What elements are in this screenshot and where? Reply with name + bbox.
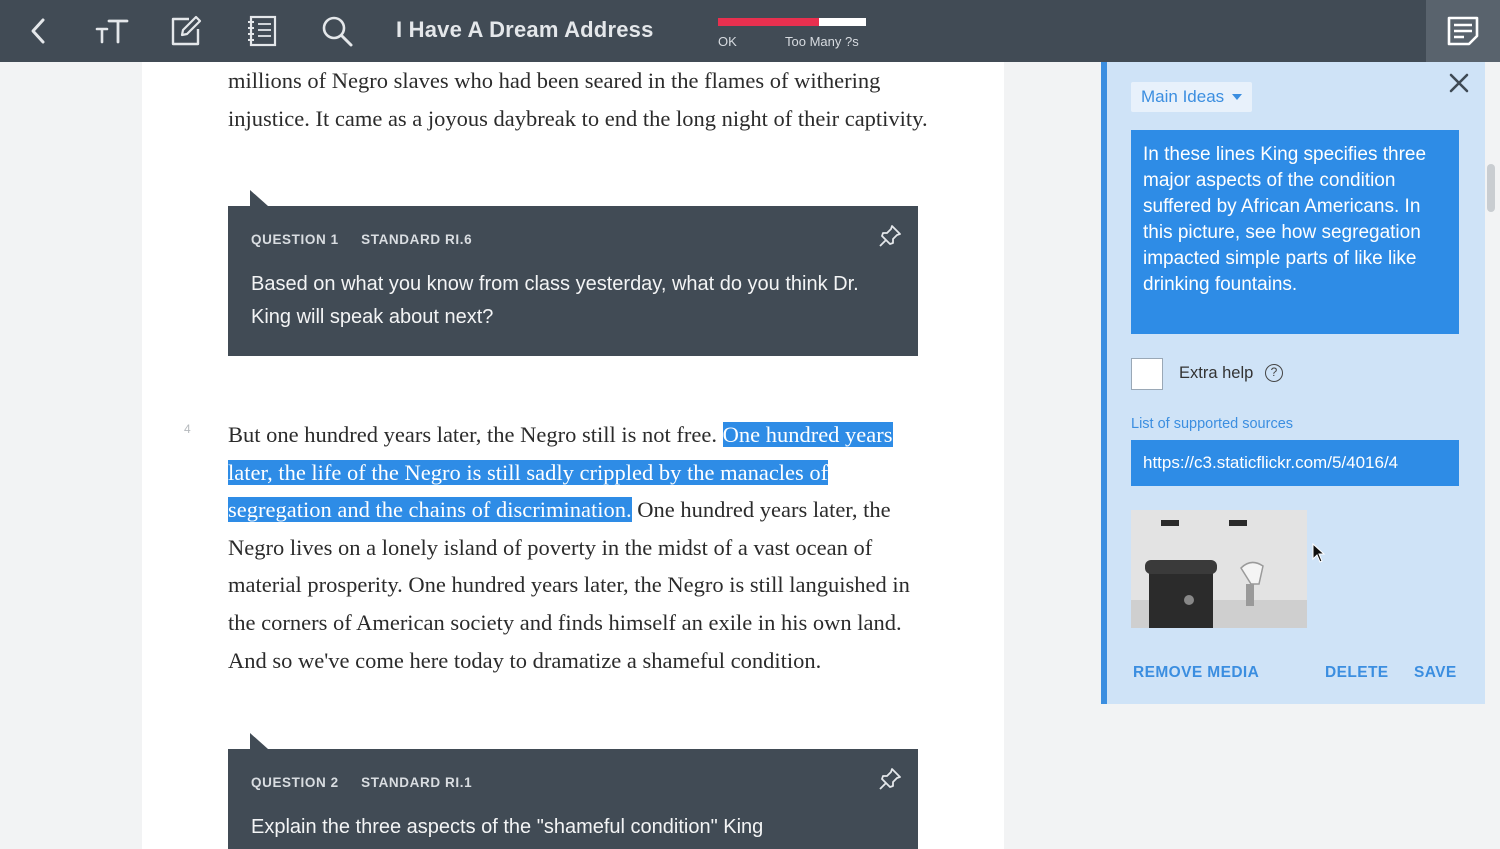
scrollbar-thumb[interactable] — [1487, 164, 1495, 212]
chevron-down-icon — [1232, 94, 1243, 100]
question-header: QUESTION 2 STANDARD RI.1 — [251, 775, 490, 790]
extra-help-label: Extra help — [1179, 364, 1254, 382]
notes-panel-icon — [1447, 16, 1479, 46]
category-label: Main Ideas — [1141, 87, 1225, 106]
line-number: 4 — [184, 422, 191, 436]
question-card-2[interactable]: QUESTION 2 STANDARD RI.1 Explain the thr… — [228, 733, 918, 849]
back-icon[interactable] — [16, 8, 62, 54]
search-icon[interactable] — [314, 8, 360, 54]
document-page: millions of Negro slaves who had been se… — [142, 62, 1004, 849]
save-button[interactable]: SAVE — [1414, 664, 1457, 682]
notes-panel-button[interactable] — [1426, 0, 1500, 62]
question-text: Explain the three aspects of the "shamef… — [251, 816, 764, 838]
pin-icon[interactable] — [878, 767, 902, 796]
question-card-1[interactable]: QUESTION 1 STANDARD RI.6 Based on what y… — [228, 190, 918, 356]
edit-icon[interactable] — [163, 8, 209, 54]
help-icon[interactable]: ? — [1265, 364, 1283, 382]
paragraph-text: One hundred years later, the Negro lives… — [228, 497, 910, 673]
pin-icon[interactable] — [878, 224, 902, 253]
question-text: Based on what you know from class yester… — [251, 273, 859, 328]
source-url-field[interactable]: https://c3.staticflickr.com/5/4016/4 — [1131, 440, 1459, 486]
notebook-icon[interactable] — [239, 8, 285, 54]
remove-media-button[interactable]: REMOVE MEDIA — [1133, 664, 1259, 682]
top-toolbar: I Have A Dream Address OK Too Many ?s — [0, 0, 1500, 62]
annotation-panel: Main Ideas In these lines King specifies… — [1101, 62, 1485, 704]
meter-ok-label: OK — [718, 34, 737, 49]
extra-help-checkbox[interactable] — [1131, 358, 1163, 390]
question-card-tail — [250, 190, 268, 206]
question-standard: STANDARD RI.6 — [361, 232, 473, 247]
question-card-tail — [250, 733, 268, 749]
question-meter: OK Too Many ?s — [718, 18, 866, 49]
question-number: QUESTION 1 — [251, 232, 339, 247]
delete-button[interactable]: DELETE — [1325, 664, 1389, 682]
question-meter-fill — [718, 18, 819, 26]
paragraph-3: millions of Negro slaves who had been se… — [228, 68, 928, 131]
close-icon[interactable] — [1448, 72, 1470, 99]
question-number: QUESTION 2 — [251, 775, 339, 790]
question-header: QUESTION 1 STANDARD RI.6 — [251, 232, 490, 247]
category-dropdown[interactable]: Main Ideas — [1131, 82, 1253, 112]
sources-label: List of supported sources — [1131, 416, 1294, 432]
text-size-icon[interactable] — [89, 8, 135, 54]
mouse-cursor-icon — [1312, 543, 1326, 563]
question-standard: STANDARD RI.1 — [361, 775, 473, 790]
document-title: I Have A Dream Address — [396, 17, 654, 42]
annotation-note-text[interactable]: In these lines King specifies three majo… — [1131, 130, 1459, 334]
media-thumbnail[interactable] — [1131, 510, 1307, 628]
paragraph-text: But one hundred years later, the Negro s… — [228, 422, 723, 447]
meter-too-many-label: Too Many ?s — [785, 34, 859, 49]
paragraph-4: But one hundred years later, the Negro s… — [228, 416, 928, 679]
